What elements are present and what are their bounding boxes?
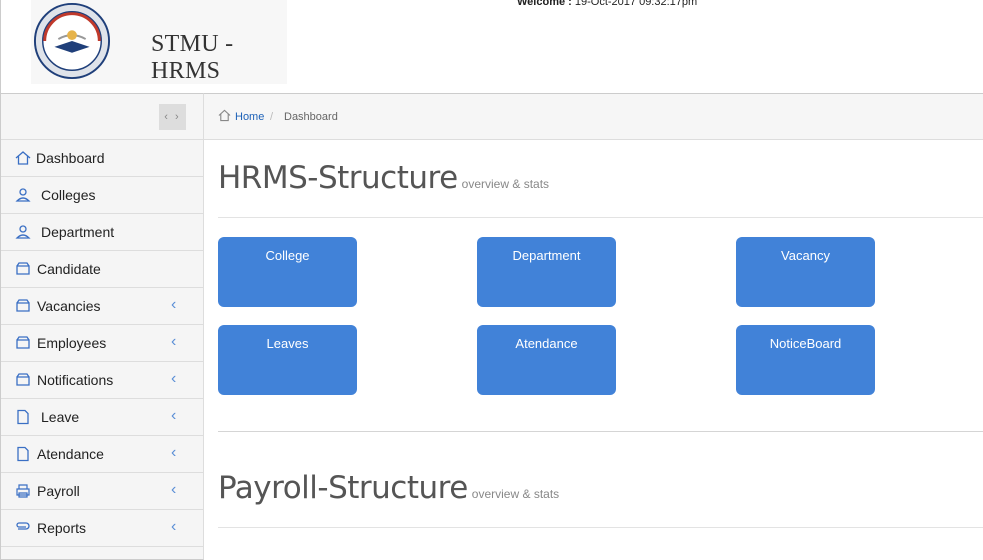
tile-college[interactable]: College xyxy=(218,237,357,307)
brand-name: STMU -HRMS xyxy=(151,31,234,84)
tile-vacancy[interactable]: Vacancy xyxy=(736,237,875,307)
sidebar-item-label: Atendance xyxy=(37,446,104,462)
welcome-text: Welcome : 19-Oct-2017 09:32:17pm xyxy=(517,0,697,8)
payroll-subtitle: overview & stats xyxy=(471,487,560,501)
sidebar-toggle-button[interactable]: ‹ › xyxy=(159,104,186,130)
printer-icon xyxy=(16,484,30,498)
hrms-section-title: HRMS-Structure overview & stats xyxy=(218,160,549,196)
sidebar-item-reports[interactable]: Reports ‹ xyxy=(1,510,203,547)
tile-noticeboard[interactable]: NoticeBoard xyxy=(736,325,875,395)
payroll-title-text: Payroll-Structure xyxy=(218,470,468,506)
sidebar-item-label: Payroll xyxy=(37,483,80,499)
tile-department[interactable]: Department xyxy=(477,237,616,307)
top-header: STMU -HRMS Welcome : 19-Oct-2017 09:32:1… xyxy=(0,0,983,93)
user-icon xyxy=(15,225,31,239)
sidebar-item-label: Department xyxy=(41,224,115,240)
breadcrumb: Home / Dashboard xyxy=(204,93,983,140)
welcome-time: 19-Oct-2017 09:32:17pm xyxy=(574,0,698,8)
sidebar: ‹ › Dashboard Colleges Department Candidate… xyxy=(0,93,204,560)
inbox-icon xyxy=(16,373,30,386)
document-icon xyxy=(17,409,29,425)
sidebar-item-payroll[interactable]: Payroll ‹ xyxy=(1,473,203,510)
inbox-icon xyxy=(16,299,30,312)
inbox-icon xyxy=(16,336,30,349)
main-content: Home / Dashboard HRMS-Structure overview … xyxy=(204,93,983,560)
chevron-left-icon: ‹ xyxy=(171,296,177,313)
hrms-subtitle: overview & stats xyxy=(461,177,550,191)
sidebar-item-department[interactable]: Department xyxy=(1,214,203,251)
home-icon xyxy=(15,151,31,165)
tile-leaves[interactable]: Leaves xyxy=(218,325,357,395)
university-seal-icon xyxy=(33,2,111,80)
sidebar-item-dashboard[interactable]: Dashboard xyxy=(1,140,203,177)
sidebar-item-vacancies[interactable]: Vacancies ‹ xyxy=(1,288,203,325)
sidebar-toggle-row: ‹ › xyxy=(1,94,203,140)
chevron-left-icon: ‹ xyxy=(171,518,177,535)
chevron-left-icon: ‹ xyxy=(171,407,177,424)
sidebar-item-leave[interactable]: Leave ‹ xyxy=(1,399,203,436)
sidebar-item-candidate[interactable]: Candidate xyxy=(1,251,203,288)
sidebar-item-notifications[interactable]: Notifications ‹ xyxy=(1,362,203,399)
sidebar-item-atendance[interactable]: Atendance ‹ xyxy=(1,436,203,473)
sidebar-item-label: Candidate xyxy=(37,261,101,277)
inbox-icon xyxy=(16,262,30,275)
divider xyxy=(218,527,983,528)
sidebar-item-enroll-card[interactable]: Enroll Card‹ xyxy=(1,547,203,559)
sidebar-item-employees[interactable]: Employees ‹ xyxy=(1,325,203,362)
logo[interactable]: STMU -HRMS xyxy=(31,0,287,84)
chevron-left-icon: ‹ xyxy=(171,481,177,498)
paperclip-icon xyxy=(16,522,30,530)
home-icon xyxy=(218,109,231,122)
chevron-left-icon: ‹ xyxy=(171,555,176,559)
user-icon xyxy=(15,188,31,202)
divider xyxy=(218,217,983,218)
breadcrumb-home-link[interactable]: Home xyxy=(235,111,264,123)
chevron-left-icon: ‹ xyxy=(171,444,177,461)
welcome-label: Welcome : xyxy=(517,0,572,8)
hrms-title-text: HRMS-Structure xyxy=(218,160,458,196)
sidebar-item-label: Colleges xyxy=(41,187,96,203)
sidebar-item-label: Notifications xyxy=(37,372,114,388)
divider xyxy=(218,431,983,432)
payroll-section-title: Payroll-Structure overview & stats xyxy=(218,470,559,506)
sidebar-item-label: Vacancies xyxy=(37,298,101,314)
breadcrumb-separator: / xyxy=(270,111,274,123)
sidebar-item-colleges[interactable]: Colleges xyxy=(1,177,203,214)
breadcrumb-current: Dashboard xyxy=(284,111,338,123)
sidebar-item-label: Dashboard xyxy=(36,150,105,166)
sidebar-item-label: Employees xyxy=(37,335,107,351)
sidebar-item-label: Leave xyxy=(41,409,80,425)
tile-atendance[interactable]: Atendance xyxy=(477,325,616,395)
document-icon xyxy=(17,446,29,462)
sidebar-nav: Dashboard Colleges Department Candidate Vaca… xyxy=(1,140,203,559)
sidebar-item-label: Reports xyxy=(37,520,87,536)
chevron-left-icon: ‹ xyxy=(171,370,177,387)
chevron-left-icon: ‹ xyxy=(171,333,177,350)
